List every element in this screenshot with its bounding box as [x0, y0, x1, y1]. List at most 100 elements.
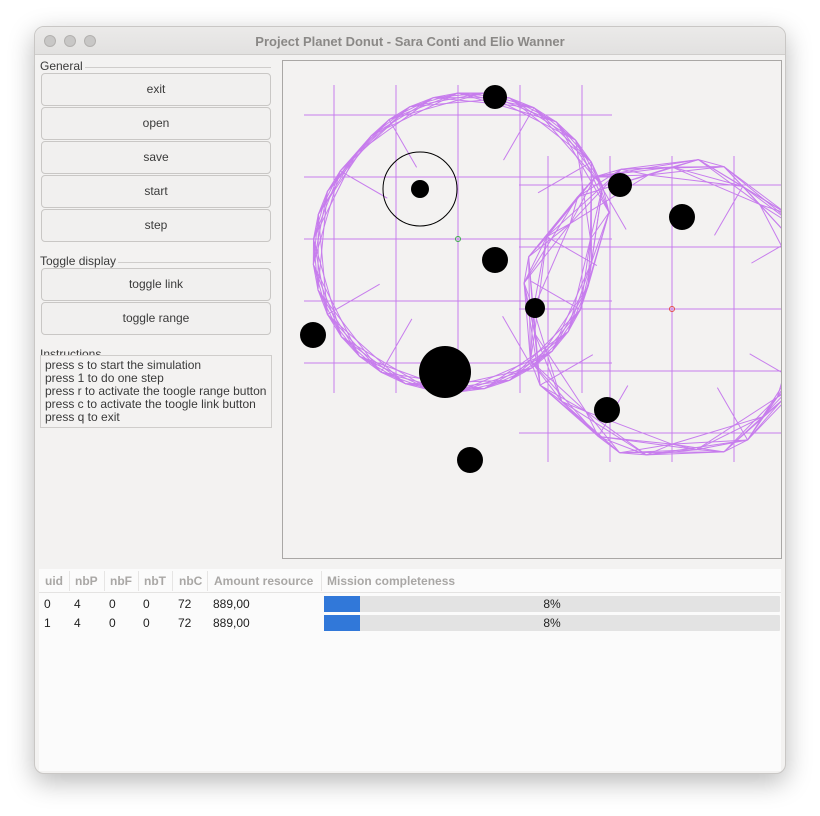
instruction-line: press q to exit [45, 410, 120, 424]
toggle-link-button[interactable]: toggle link [41, 268, 271, 301]
column-separator [104, 571, 105, 591]
cell-amount-resource: 889,00 [213, 616, 250, 630]
resource-field [300, 322, 326, 348]
cell-nbf: 0 [109, 597, 116, 611]
progress-text: 8% [543, 616, 561, 630]
link-line [533, 107, 577, 141]
link-line [555, 121, 592, 163]
link-line [714, 186, 744, 236]
link-line [388, 92, 459, 121]
table-header: uid nbP nbF nbT nbC Amount resource Miss… [39, 569, 781, 593]
cell-nbp: 4 [74, 616, 81, 630]
link-line [539, 384, 599, 437]
cell-uid: 1 [44, 616, 51, 630]
save-button[interactable]: save [41, 141, 271, 174]
title-bar: Project Planet Donut - Sara Conti and El… [35, 27, 785, 55]
column-header-amount-resource[interactable]: Amount resource [214, 574, 313, 588]
simulation-objects [300, 85, 695, 473]
link-line [528, 223, 571, 258]
link-line [371, 97, 434, 137]
link-line [341, 336, 382, 373]
column-separator [321, 571, 322, 591]
column-separator [207, 571, 208, 591]
link-line [567, 262, 592, 332]
cell-uid: 0 [44, 597, 51, 611]
link-line [747, 400, 781, 441]
cell-nbc: 72 [178, 597, 192, 611]
link-line [339, 170, 388, 199]
link-line [723, 401, 781, 453]
link-line [723, 416, 763, 453]
link-line [327, 314, 382, 373]
resource-field [411, 180, 429, 198]
link-line [723, 396, 778, 453]
step-button[interactable]: step [41, 209, 271, 242]
resource-field [594, 397, 620, 423]
link-line [388, 119, 418, 168]
table-row[interactable]: 0 4 0 0 72 889,00 8% [39, 595, 781, 614]
link-line [749, 353, 781, 373]
link-line [551, 262, 592, 352]
general-group-label: General [40, 59, 85, 73]
link-line [371, 92, 459, 137]
link-line [484, 350, 553, 390]
start-button[interactable]: start [41, 175, 271, 208]
resource-field [608, 173, 632, 197]
app-window: Project Planet Donut - Sara Conti and El… [34, 26, 786, 774]
table-row[interactable]: 1 4 0 0 72 889,00 8% [39, 614, 781, 633]
simulation-canvas[interactable] [282, 60, 782, 559]
mission-progress-bar: 8% [324, 615, 780, 631]
simulation-drawing [300, 85, 781, 473]
column-separator [172, 571, 173, 591]
base-status-table: uid nbP nbF nbT nbC Amount resource Miss… [39, 569, 781, 771]
link-line [539, 384, 587, 412]
toggle-range-button[interactable]: toggle range [41, 302, 271, 335]
link-line [530, 360, 599, 437]
column-separator [138, 571, 139, 591]
link-line [532, 223, 571, 310]
column-header-nbp[interactable]: nbP [75, 574, 98, 588]
column-header-nbt[interactable]: nbT [144, 574, 166, 588]
link-line [533, 107, 592, 163]
link-line [370, 106, 411, 137]
exit-button[interactable]: exit [41, 73, 271, 106]
link-line [509, 97, 576, 141]
link-line [671, 166, 743, 187]
link-line [313, 153, 357, 240]
cell-nbc: 72 [178, 616, 192, 630]
window-title: Project Planet Donut - Sara Conti and El… [255, 34, 565, 49]
column-header-nbf[interactable]: nbF [110, 574, 132, 588]
mission-progress-bar: 8% [324, 596, 780, 612]
resource-field [419, 346, 471, 398]
toggle-display-group-label: Toggle display [40, 254, 119, 268]
link-line [698, 159, 724, 168]
link-line [533, 107, 603, 187]
link-line [531, 309, 581, 369]
link-line [509, 97, 592, 163]
communication-links [304, 85, 781, 462]
link-line [327, 283, 380, 315]
resource-field [482, 247, 508, 273]
column-header-uid[interactable]: uid [45, 574, 63, 588]
link-line [551, 309, 581, 352]
cell-amount-resource: 889,00 [213, 597, 250, 611]
resource-field [457, 447, 483, 473]
open-button[interactable]: open [41, 107, 271, 140]
resource-field [669, 204, 695, 230]
cell-nbf: 0 [109, 616, 116, 630]
cell-nbp: 4 [74, 597, 81, 611]
link-line [776, 382, 781, 398]
instructions-text-box: press s to start the simulation press 1 … [40, 355, 272, 428]
link-line [327, 314, 360, 357]
column-separator [69, 571, 70, 591]
column-header-nbc[interactable]: nbC [179, 574, 202, 588]
resource-field [525, 298, 545, 318]
link-line [523, 196, 579, 284]
cell-nbt: 0 [143, 597, 150, 611]
column-header-mission-completeness[interactable]: Mission completeness [327, 574, 455, 588]
link-line [317, 289, 382, 373]
resource-field [483, 85, 507, 109]
progress-text: 8% [543, 597, 561, 611]
link-line [327, 314, 406, 385]
cell-nbt: 0 [143, 616, 150, 630]
